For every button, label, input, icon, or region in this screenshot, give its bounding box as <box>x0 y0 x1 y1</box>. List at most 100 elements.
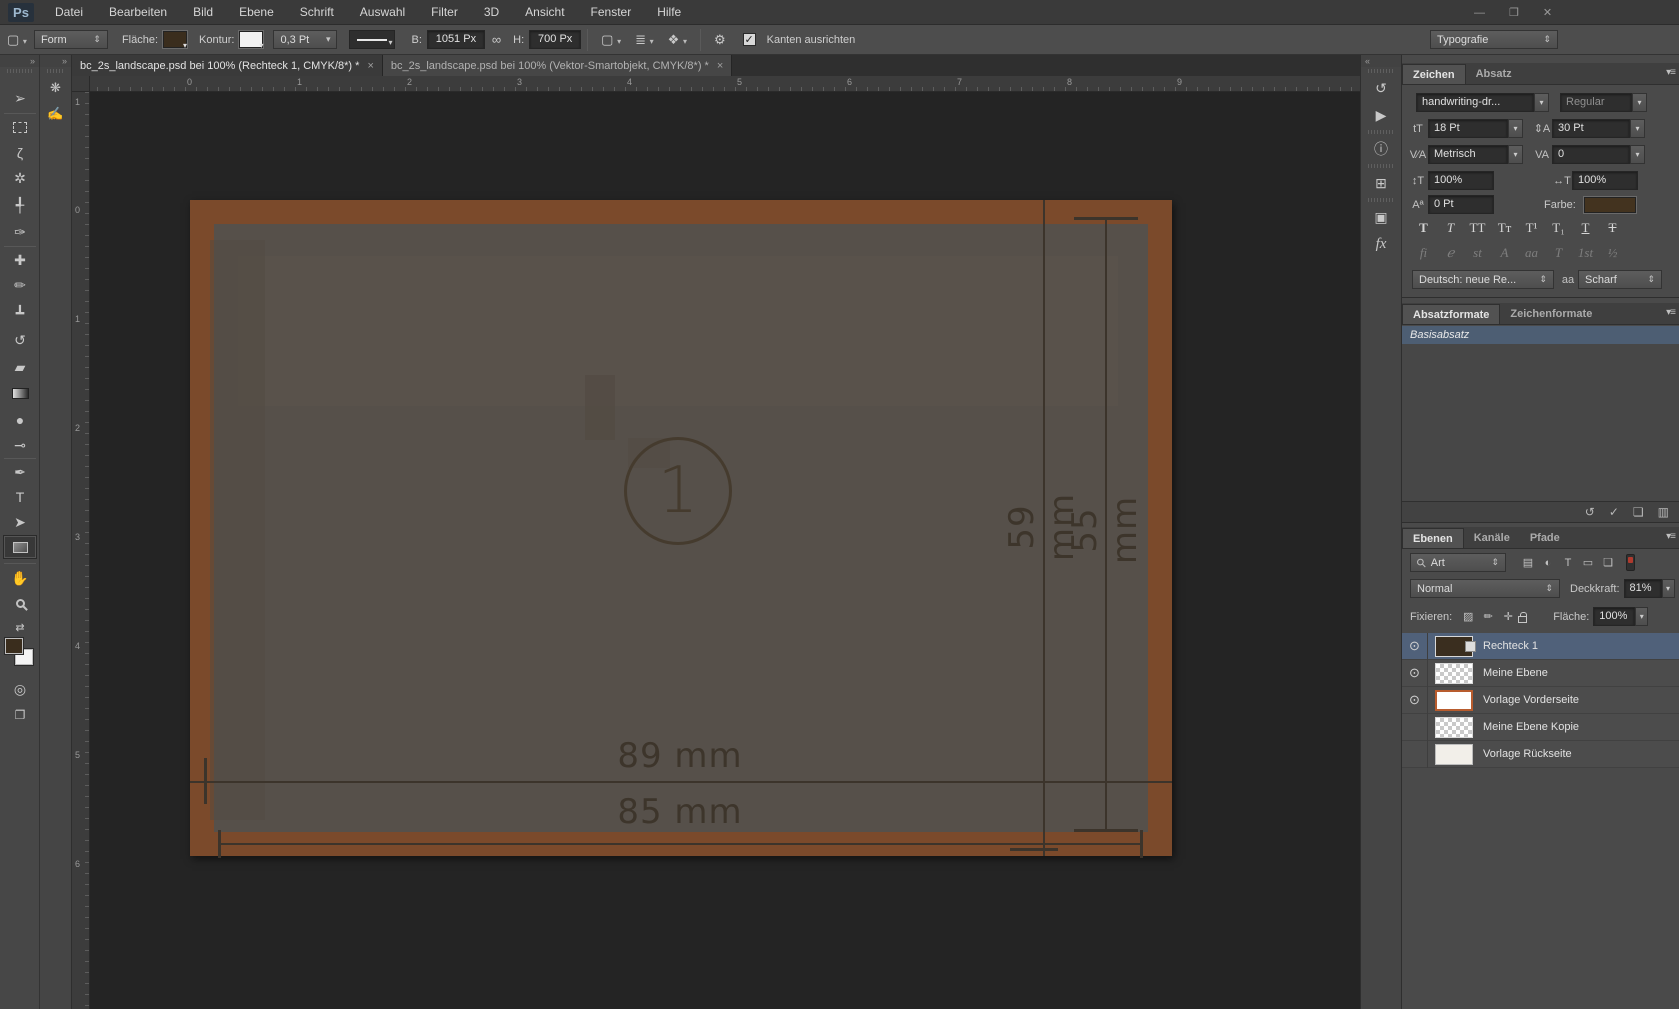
small-caps-button[interactable]: Tᴛ <box>1491 220 1518 236</box>
gradient-tool-icon[interactable] <box>3 381 37 405</box>
history-panel-icon[interactable]: ↺ <box>1366 76 1396 100</box>
tab-ebenen[interactable]: Ebenen <box>1402 528 1464 548</box>
stylistic-alternates-button[interactable]: aa <box>1518 245 1545 261</box>
panel-menu-icon[interactable]: ▾≡ <box>1666 307 1675 318</box>
menu-bild[interactable]: Bild <box>180 0 226 25</box>
actions-panel-icon[interactable]: ▶ <box>1366 103 1396 127</box>
language-select[interactable]: Deutsch: neue Re...⇕ <box>1412 270 1554 289</box>
shape-width-input[interactable]: 1051 Px <box>427 30 485 49</box>
horizontal-scale-input[interactable]: 100% <box>1572 171 1638 190</box>
layer-thumbnail[interactable] <box>1435 690 1473 711</box>
menu-filter[interactable]: Filter <box>418 0 471 25</box>
lock-position-icon[interactable]: ✛ <box>1498 610 1518 623</box>
menu-ebene[interactable]: Ebene <box>226 0 287 25</box>
layer-row-meine-ebene-kopie[interactable]: Meine Ebene Kopie <box>1402 714 1679 741</box>
layer-row-vorlage-vorderseite[interactable]: ⊙ Vorlage Vorderseite <box>1402 687 1679 714</box>
fill-opacity-input[interactable]: 100% ▾ <box>1593 607 1635 626</box>
contextual-alternates-button[interactable]: ℯ <box>1437 245 1464 261</box>
panel-menu-icon[interactable]: ▾≡ <box>1666 67 1675 78</box>
menu-schrift[interactable]: Schrift <box>287 0 347 25</box>
menu-auswahl[interactable]: Auswahl <box>347 0 418 25</box>
filter-shape-layers-icon[interactable]: ▭ <box>1578 556 1598 569</box>
stroke-style-select[interactable]: ▾ <box>349 30 395 49</box>
tab-absatz[interactable]: Absatz <box>1466 64 1522 84</box>
ligatures-button[interactable]: fi <box>1410 245 1437 261</box>
lock-all-icon[interactable] <box>1518 616 1527 623</box>
layer-thumbnail[interactable] <box>1435 636 1473 657</box>
clone-source-panel-icon[interactable]: ▣ <box>1366 205 1396 229</box>
canvas-viewport[interactable]: 1 89 mm 85 mm 59 mm 55 mm <box>90 92 1360 1009</box>
minimize-icon[interactable]: — <box>1470 7 1489 19</box>
layer-filter-select[interactable]: ⚲ Art ⇕ <box>1410 553 1506 572</box>
link-dimensions-icon[interactable]: ∞ <box>485 32 508 47</box>
font-style-select[interactable]: Regular ▾ <box>1560 93 1632 112</box>
ordinals-button[interactable]: 1st <box>1572 245 1599 261</box>
info-panel-icon[interactable]: ⓘ <box>1366 137 1396 161</box>
menu-datei[interactable]: Datei <box>42 0 96 25</box>
path-arrangement-icon[interactable]: ❖ ▾ <box>661 32 694 48</box>
filter-adjustment-layers-icon[interactable]: ◐ <box>1538 557 1558 569</box>
type-tool-icon[interactable]: T <box>3 485 37 509</box>
path-selection-tool-icon[interactable]: ➤ <box>3 510 37 534</box>
kerning-select[interactable]: Metrisch ▾ <box>1428 145 1508 164</box>
healing-brush-tool-icon[interactable]: ✚ <box>3 248 37 272</box>
lock-paint-icon[interactable]: ✏ <box>1478 610 1498 623</box>
crop-tool-icon[interactable]: ╃ <box>3 193 37 217</box>
dock-collapse-icon[interactable]: » <box>40 55 71 67</box>
dock-expand-icon[interactable]: « <box>1361 55 1401 67</box>
horizontal-ruler[interactable]: 0 1 2 3 4 5 6 7 8 9 <box>90 76 1360 92</box>
styles-panel-icon[interactable]: fx <box>1366 232 1396 256</box>
brush-presets-panel-icon[interactable]: ❋ <box>44 77 68 99</box>
new-style-icon[interactable]: ❏ <box>1633 505 1644 519</box>
eyedropper-tool-icon[interactable]: ✑ <box>3 220 37 244</box>
filter-smart-object-icon[interactable]: ❏ <box>1598 556 1618 569</box>
dodge-tool-icon[interactable]: ⊸ <box>3 433 37 457</box>
layer-row-rechteck-1[interactable]: ⊙ Rechteck 1 <box>1402 633 1679 660</box>
underline-button[interactable]: T <box>1572 220 1599 236</box>
move-tool-icon[interactable]: ➢ <box>3 86 37 110</box>
font-size-select[interactable]: 18 Pt ▾ <box>1428 119 1508 138</box>
screen-mode-icon[interactable]: ❐ <box>3 703 37 727</box>
layer-row-meine-ebene[interactable]: ⊙ Meine Ebene <box>1402 660 1679 687</box>
vertical-scale-input[interactable]: 100% <box>1428 171 1494 190</box>
blend-mode-select[interactable]: Normal⇕ <box>1410 579 1560 598</box>
rectangle-tool-icon[interactable] <box>3 535 37 559</box>
layer-thumbnail[interactable] <box>1435 744 1473 765</box>
marquee-tool-icon[interactable] <box>3 115 37 139</box>
eraser-tool-icon[interactable]: ▰ <box>3 355 37 379</box>
tab-zeichen[interactable]: Zeichen <box>1402 64 1466 84</box>
panel-menu-icon[interactable]: ▾≡ <box>1666 531 1675 542</box>
filter-pixel-layers-icon[interactable]: ▤ <box>1518 556 1538 569</box>
paragraph-style-basisabsatz[interactable]: Basisabsatz <box>1402 326 1679 344</box>
chevron-down-icon[interactable]: ▾ <box>1632 93 1647 112</box>
clone-stamp-tool-icon[interactable]: ┻ <box>3 301 37 325</box>
all-caps-button[interactable]: TT <box>1464 220 1491 236</box>
superscript-button[interactable]: T¹ <box>1518 220 1545 236</box>
stroke-color-swatch[interactable]: ▾ <box>239 31 263 48</box>
menu-fenster[interactable]: Fenster <box>578 0 645 25</box>
layer-filter-toggle[interactable] <box>1626 554 1635 571</box>
dock-collapse-icon[interactable]: » <box>0 55 39 67</box>
antialias-select[interactable]: Scharf⇕ <box>1578 270 1662 289</box>
visibility-eye-icon[interactable]: ⊙ <box>1402 660 1428 687</box>
lasso-tool-icon[interactable]: ζ <box>3 141 37 165</box>
faux-italic-button[interactable]: T <box>1437 220 1464 236</box>
pen-tool-icon[interactable]: ✒ <box>3 460 37 484</box>
menu-hilfe[interactable]: Hilfe <box>644 0 694 25</box>
font-family-select[interactable]: handwriting-dr... ▾ <box>1416 93 1534 112</box>
quick-mask-icon[interactable]: ◎ <box>3 677 37 701</box>
document-tab-active[interactable]: bc_2s_landscape.psd bei 100% (Rechteck 1… <box>72 55 383 76</box>
apply-style-icon[interactable]: ✓ <box>1609 505 1619 519</box>
faux-bold-button[interactable]: T <box>1410 220 1437 236</box>
tab-pfade[interactable]: Pfade <box>1520 528 1570 548</box>
quick-selection-tool-icon[interactable]: ✲ <box>3 166 37 190</box>
brush-tool-icon[interactable]: ✏ <box>3 273 37 297</box>
zoom-tool-icon[interactable] <box>3 591 37 615</box>
clone-source-panel-icon[interactable]: ✍ <box>44 103 68 125</box>
ruler-origin-corner[interactable] <box>72 76 90 92</box>
menu-ansicht[interactable]: Ansicht <box>512 0 577 25</box>
visibility-eye-icon[interactable]: ⊙ <box>1402 687 1428 714</box>
document-canvas[interactable]: 1 89 mm 85 mm 59 mm 55 mm <box>190 200 1172 856</box>
swash-button[interactable]: A <box>1491 245 1518 261</box>
fractions-button[interactable]: ½ <box>1599 245 1626 261</box>
